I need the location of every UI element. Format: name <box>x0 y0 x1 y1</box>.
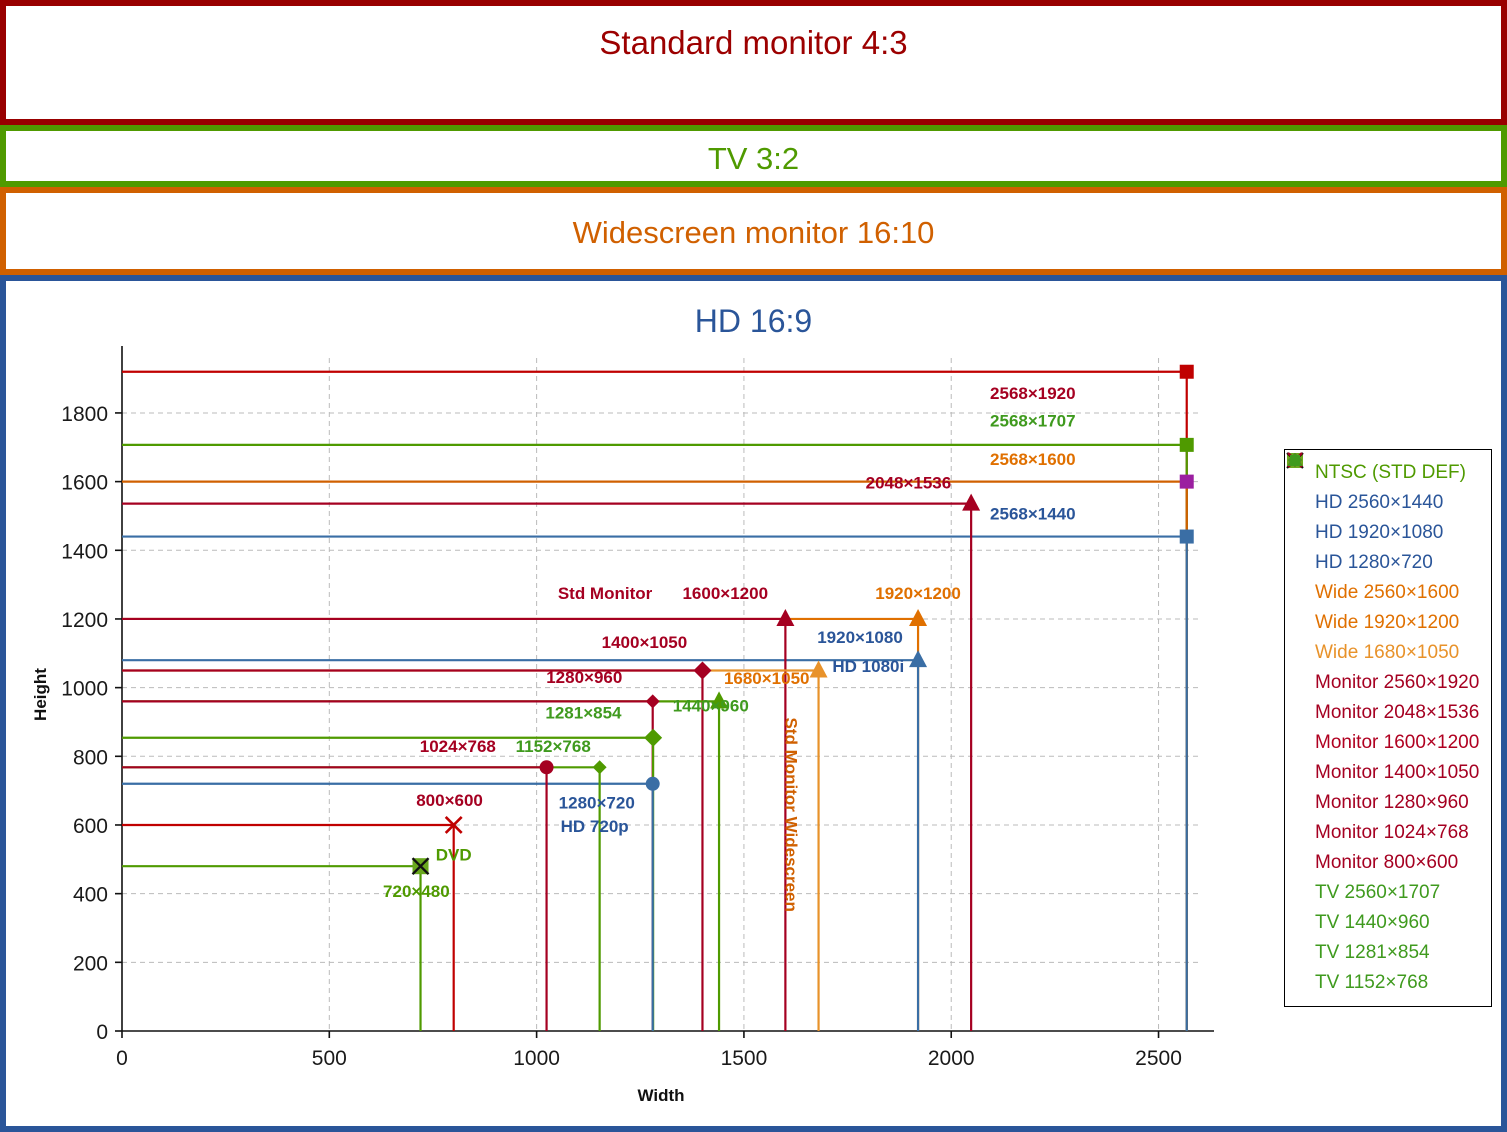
legend-item-label: TV 2560×1707 <box>1315 882 1441 903</box>
legend-item-12[interactable]: Monitor 1024×768 <box>1290 455 1485 848</box>
chart-legend: NTSC (STD DEF) HD 2560×1440 HD 1920×1080 HD… <box>1284 449 1492 1007</box>
legend-item-11[interactable]: Monitor 1280×960 <box>1290 455 1485 818</box>
legend-item-label: TV 1152×768 <box>1315 972 1429 993</box>
legend-item-label: Monitor 800×600 <box>1315 852 1459 873</box>
frame-hd: HD 16:9 <box>0 275 1507 1132</box>
legend-item-label: TV 1440×960 <box>1315 912 1430 933</box>
legend-item-label: NTSC (STD DEF) <box>1315 462 1466 483</box>
frame-title-hd: HD 16:9 <box>694 303 813 339</box>
legend-item-label: TV 1281×854 <box>1315 942 1430 963</box>
legend-item-label: Monitor 2560×1920 <box>1315 672 1480 693</box>
legend-item-14[interactable]: TV 2560×1707 <box>1290 455 1485 908</box>
legend-item-label: Wide 2560×1600 <box>1315 582 1460 603</box>
frame-standard-monitor: Standard monitor 4:3 <box>0 0 1507 125</box>
legend-item-label: Monitor 1600×1200 <box>1315 732 1480 753</box>
legend-item-0[interactable]: NTSC (STD DEF) <box>1286 452 1485 488</box>
frame-title-tv: TV 3:2 <box>707 141 800 176</box>
frame-title-standard-monitor: Standard monitor 4:3 <box>599 24 908 61</box>
legend-item-label: Wide 1680×1050 <box>1315 642 1460 663</box>
frame-tv: TV 3:2 <box>0 125 1507 187</box>
legend-item-label: Wide 1920×1200 <box>1315 612 1460 633</box>
legend-item-15[interactable]: TV 1440×960 <box>1287 453 1485 938</box>
legend-item-label: HD 1920×1080 <box>1315 522 1444 543</box>
legend-item-7[interactable]: Monitor 2560×1920 <box>1290 455 1485 698</box>
legend-item-label: Monitor 2048×1536 <box>1315 702 1480 723</box>
frame-title-widescreen: Widescreen monitor 16:10 <box>572 215 935 250</box>
legend-item-8[interactable]: Monitor 2048×1536 <box>1287 453 1485 728</box>
legend-item-16[interactable]: TV 1281×854 <box>1288 453 1485 968</box>
legend-item-10[interactable]: Monitor 1400×1050 <box>1288 453 1485 788</box>
legend-item-label: Monitor 1400×1050 <box>1315 762 1480 783</box>
legend-item-9[interactable]: Monitor 1600×1200 <box>1289 455 1485 758</box>
legend-item-13[interactable]: Monitor 800×600 <box>1287 452 1485 878</box>
legend-item-label: HD 2560×1440 <box>1315 492 1444 513</box>
legend-item-label: HD 1280×720 <box>1315 552 1433 573</box>
legend-marker-diamond-sm <box>1290 455 1300 465</box>
legend-item-label: Monitor 1280×960 <box>1315 792 1469 813</box>
frame-widescreen-monitor: Widescreen monitor 16:10 <box>0 187 1507 275</box>
legend-item-6[interactable]: Wide 1680×1050 <box>1289 455 1485 668</box>
legend-item-4[interactable]: Wide 2560×1600 <box>1290 455 1485 608</box>
legend-item-2[interactable]: HD 1920×1080 <box>1287 453 1485 548</box>
legend-item-17[interactable]: TV 1152×768 <box>1290 455 1485 998</box>
legend-item-label: Monitor 1024×768 <box>1315 822 1469 843</box>
legend-item-5[interactable]: Wide 1920×1200 <box>1287 453 1485 638</box>
legend-item-1[interactable]: HD 2560×1440 <box>1290 455 1485 518</box>
legend-item-3[interactable]: HD 1280×720 <box>1290 455 1485 578</box>
